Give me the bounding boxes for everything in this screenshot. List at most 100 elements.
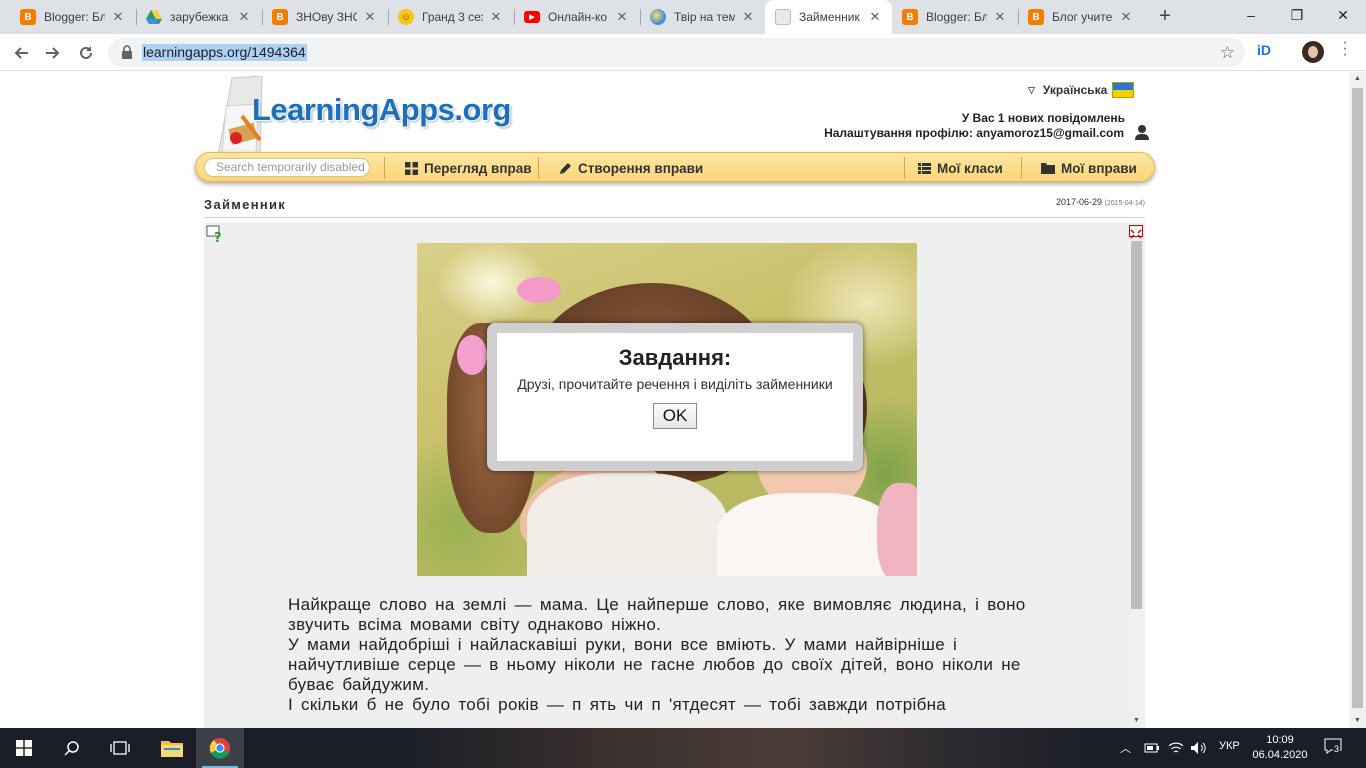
forward-button[interactable]: [40, 40, 66, 66]
arrow-left-icon: [14, 47, 28, 59]
start-button[interactable]: [0, 728, 48, 768]
app-scrollbar-thumb[interactable]: [1131, 241, 1142, 609]
youtube-icon: ▶: [524, 11, 540, 23]
reload-button[interactable]: [73, 40, 99, 66]
browser-tab-9[interactable]: B Блог учите ✕: [1018, 0, 1143, 34]
browse-apps-link[interactable]: Перегляд вправ: [405, 153, 532, 183]
exercise-text[interactable]: Найкраще слово на землі — мама. Це найпе…: [288, 595, 1028, 715]
close-tab-icon[interactable]: ✕: [615, 10, 629, 24]
learningapps-icon: [775, 9, 791, 25]
close-tab-icon[interactable]: ✕: [1119, 10, 1133, 24]
back-button[interactable]: [8, 40, 34, 66]
ukraine-flag-icon: [1112, 82, 1135, 98]
language-label: Українська: [1042, 83, 1108, 97]
browser-tab-5[interactable]: ▶ Онлайн-ко ✕: [514, 0, 639, 34]
bookmark-star-icon[interactable]: ☆: [1220, 43, 1235, 63]
page-scroll-down-arrow[interactable]: ▼: [1349, 714, 1366, 728]
ok-button[interactable]: OK: [653, 403, 697, 429]
show-hidden-icons[interactable]: ︿: [1120, 740, 1131, 756]
app-date: 2017-06-29 (2015-04-14): [1055, 197, 1145, 207]
close-tab-icon[interactable]: ✕: [237, 10, 251, 24]
volume-icon[interactable]: [1190, 741, 1208, 755]
close-tab-icon[interactable]: ✕: [489, 10, 503, 24]
task-dialog-content: Завдання: Друзі, прочитайте речення і ви…: [497, 333, 853, 461]
folder-icon: [1041, 163, 1055, 174]
messages-count: 1: [997, 111, 1005, 125]
close-tab-icon[interactable]: ✕: [741, 10, 755, 24]
page-scrollbar-thumb[interactable]: [1352, 88, 1363, 708]
wifi-icon[interactable]: [1168, 741, 1184, 755]
fullscreen-icon[interactable]: [1129, 225, 1143, 239]
close-tab-icon[interactable]: ✕: [111, 10, 125, 24]
browser-tab-8[interactable]: B Blogger: Бл ✕: [892, 0, 1017, 34]
page-scroll-up-arrow[interactable]: ▲: [1349, 72, 1366, 86]
browser-toolbar: learningapps.org/1494364 ☆ iD: [0, 34, 1366, 71]
task-dialog: Завдання: Друзі, прочитайте речення і ви…: [487, 323, 863, 471]
browser-tab-3[interactable]: B ЗНОву ЗНО ✕: [262, 0, 387, 34]
close-tab-icon[interactable]: ✕: [363, 10, 377, 24]
lock-icon[interactable]: [120, 45, 134, 59]
windows-taskbar: ︿ УКР 10:09 06.04.2020 3: [0, 728, 1366, 768]
close-tab-icon[interactable]: ✕: [868, 10, 882, 24]
blogger-icon: B: [272, 9, 288, 25]
notification-center-button[interactable]: 3: [1324, 738, 1346, 758]
input-language[interactable]: УКР: [1219, 740, 1240, 752]
user-icon[interactable]: [1134, 124, 1150, 140]
site-logo[interactable]: LearningApps.org: [252, 92, 511, 128]
text-paragraph[interactable]: І скільки б не було тобі років — п ять ч…: [288, 695, 1028, 715]
close-tab-icon[interactable]: ✕: [993, 10, 1007, 24]
chrome-icon: [209, 738, 230, 759]
title-divider: [204, 217, 1145, 218]
browser-tab-7-active[interactable]: Займенник ✕: [765, 0, 892, 34]
browser-tab-4[interactable]: ☺ Гранд 3 сез ✕: [388, 0, 513, 34]
dialog-title: Завдання:: [618, 345, 732, 370]
reload-icon: [80, 46, 92, 59]
create-app-link[interactable]: Створення вправи: [559, 153, 703, 183]
address-bar[interactable]: learningapps.org/1494364 ☆: [108, 38, 1245, 67]
tab-title: зарубежка: [170, 10, 229, 24]
minimize-button[interactable]: –: [1228, 0, 1274, 30]
tab-title: ЗНОву ЗНО: [296, 10, 357, 24]
browser-menu-button[interactable]: · · ·: [1340, 35, 1350, 63]
main-menu-bar: Search temporarily disabled Перегляд впр…: [195, 152, 1155, 182]
my-classes-link[interactable]: Мої класи: [918, 153, 1003, 183]
profile-email: anyamoroz15@gmail.com: [976, 126, 1124, 140]
extension-id-icon[interactable]: iD: [1257, 42, 1271, 58]
browser-tab-6[interactable]: Твір на тем ✕: [640, 0, 765, 34]
search-button[interactable]: [48, 728, 96, 768]
system-clock[interactable]: 10:09 06.04.2020: [1252, 733, 1308, 763]
browser-tab-1[interactable]: B Blogger: Бл ✕: [10, 0, 135, 34]
my-apps-link[interactable]: Мої вправи: [1041, 153, 1137, 183]
text-paragraph[interactable]: Найкраще слово на землі — мама. Це найпе…: [288, 595, 1028, 635]
battery-icon[interactable]: [1144, 741, 1160, 755]
maximize-button[interactable]: ❐: [1274, 0, 1320, 30]
file-explorer-button[interactable]: [148, 728, 196, 768]
new-tab-button[interactable]: +: [1155, 6, 1175, 27]
pencil-icon: [560, 162, 571, 174]
app-scrollbar[interactable]: ▼: [1130, 240, 1143, 726]
browser-tab-2[interactable]: зарубежка ✕: [136, 0, 261, 34]
search-icon: [64, 741, 79, 756]
chrome-taskbar-button[interactable]: [196, 728, 244, 768]
app-frame: ? ▼ Завдання: Друзі, прочитайте речення …: [204, 223, 1145, 728]
profile-avatar[interactable]: [1302, 41, 1324, 63]
svg-text:?: ?: [214, 231, 222, 243]
close-window-button[interactable]: ✕: [1320, 0, 1366, 30]
url-text[interactable]: learningapps.org/1494364: [142, 44, 307, 61]
help-question-icon[interactable]: ?: [206, 225, 224, 243]
language-selector[interactable]: ▽ Українська: [1028, 82, 1135, 98]
messages-notice[interactable]: У Вас 1 нових повідомлень: [962, 111, 1125, 125]
tab-title: Онлайн-ко: [548, 10, 608, 24]
list-icon: [918, 162, 931, 174]
text-paragraph[interactable]: У мами найдобріші і найласкавіші руки, в…: [288, 635, 1028, 695]
scroll-down-arrow[interactable]: ▼: [1130, 716, 1143, 726]
profile-settings-link[interactable]: Налаштування профілю: anyamoroz15@gmail.…: [824, 126, 1124, 140]
page-scrollbar[interactable]: ▲ ▼: [1349, 72, 1366, 728]
folder-icon: [161, 741, 183, 757]
dialog-body: Друзі, прочитайте речення і виділіть зай…: [517, 376, 833, 392]
search-input[interactable]: Search temporarily disabled: [204, 158, 370, 177]
tab-title: Займенник: [799, 10, 860, 24]
task-view-button[interactable]: [96, 728, 144, 768]
tab-title: Blogger: Бл: [926, 10, 987, 24]
blogger-icon: B: [20, 9, 36, 25]
